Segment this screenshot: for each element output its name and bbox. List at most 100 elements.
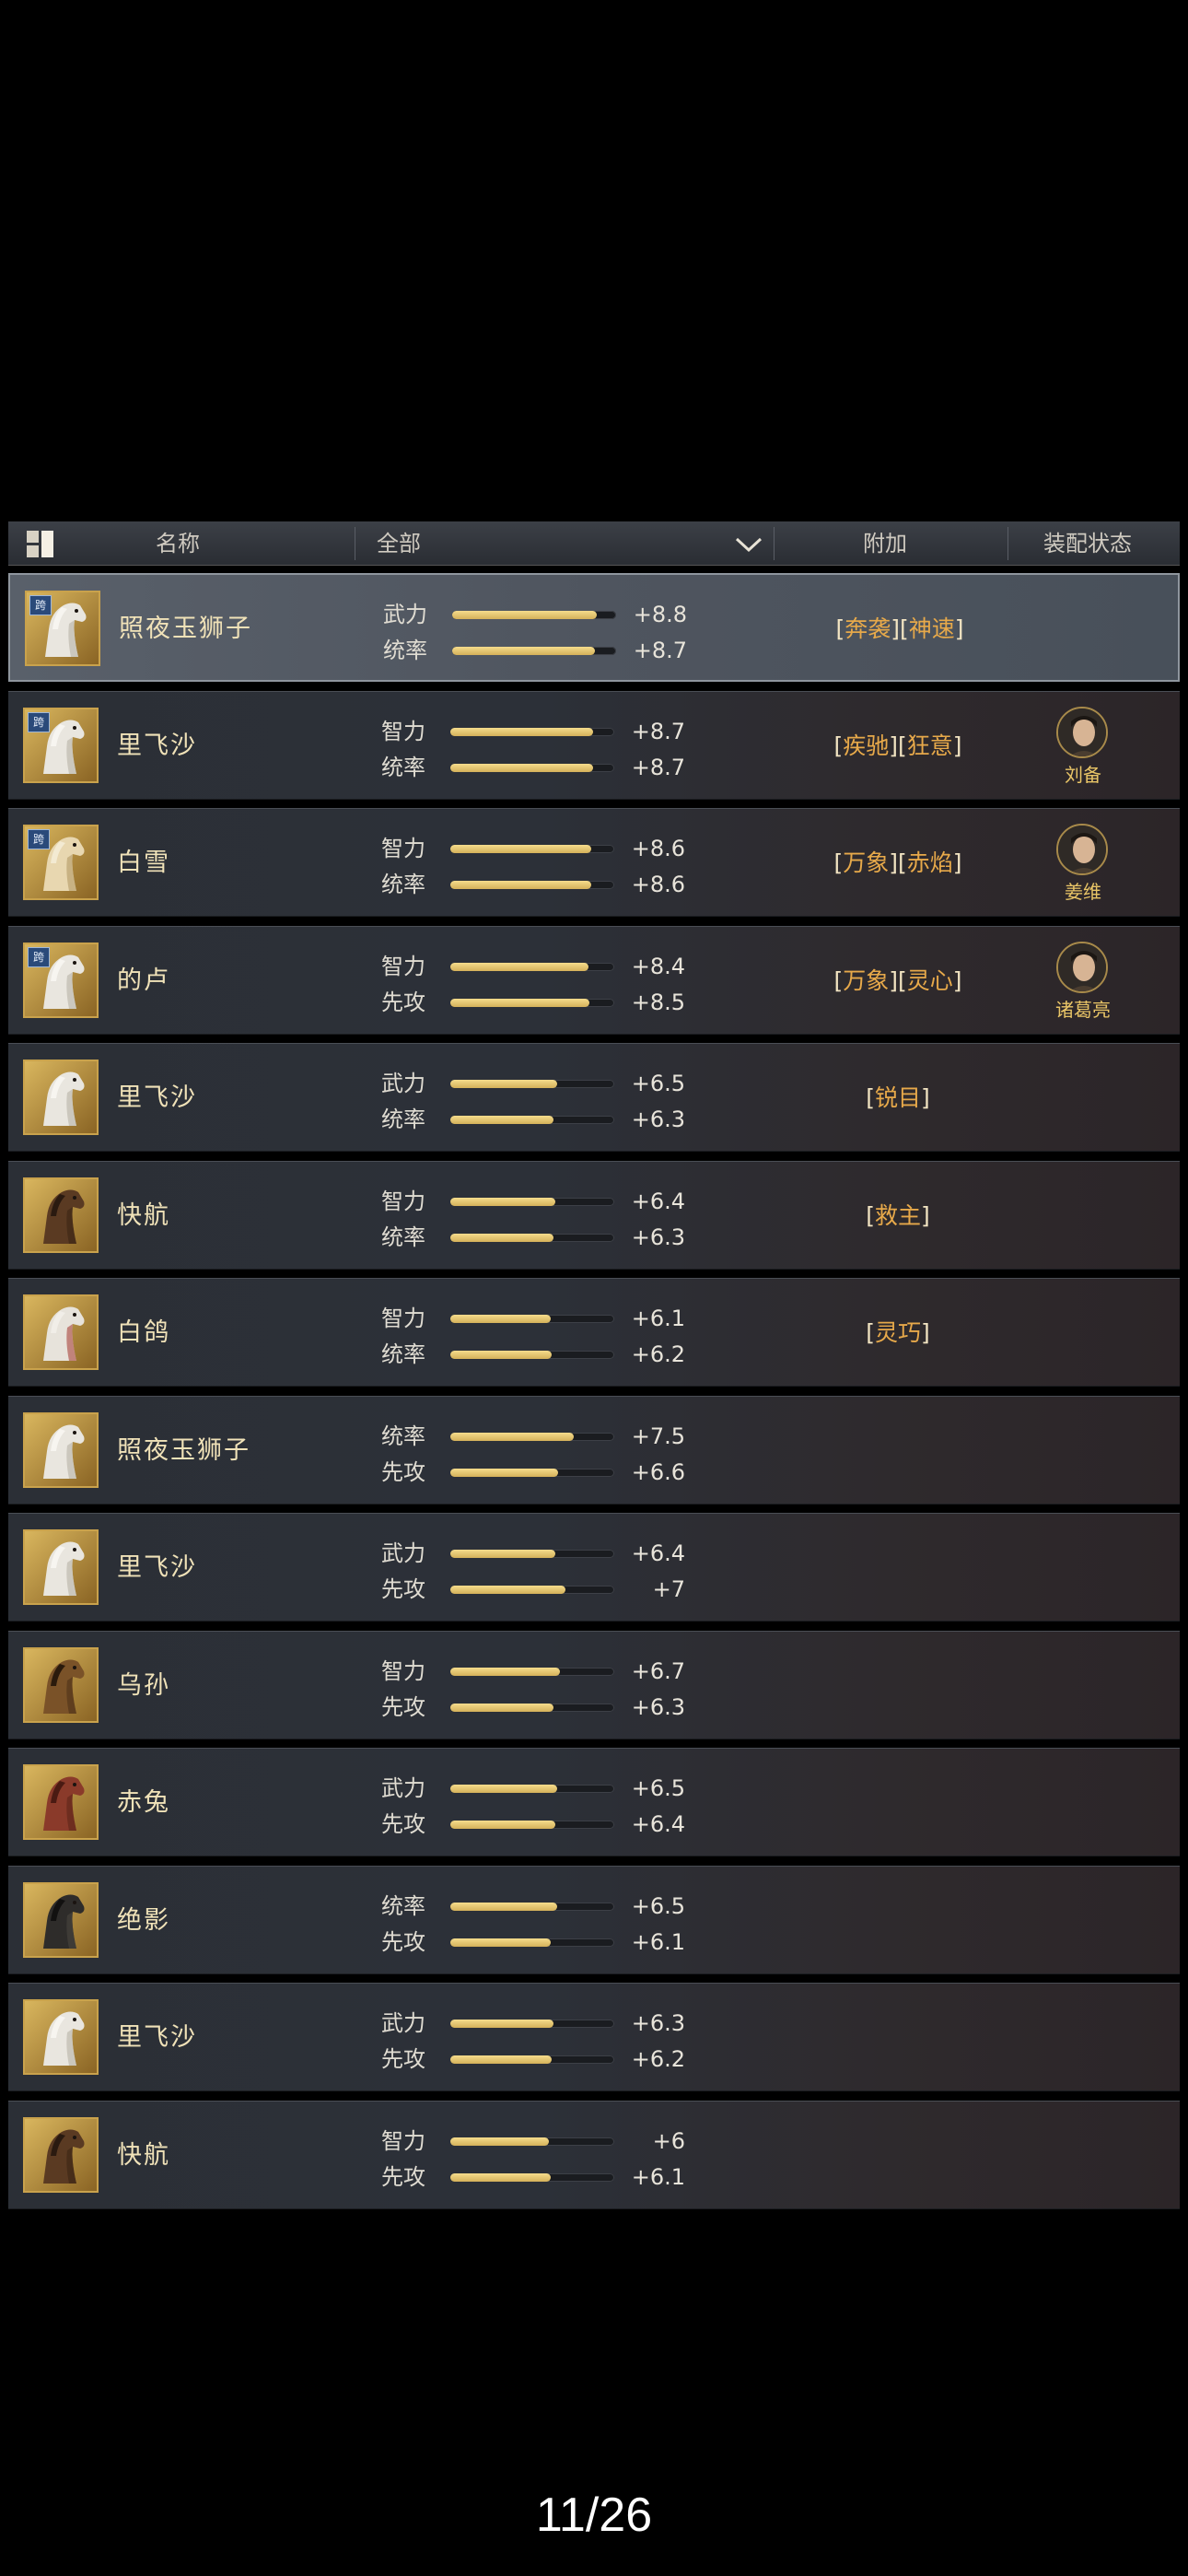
bracket: ] (891, 615, 900, 642)
stat-line: 统率 +8.7 (374, 637, 687, 664)
stat-label: 智力 (381, 718, 425, 744)
bonus-skill[interactable]: 锐目 (875, 1084, 921, 1111)
stat-bar-fill (450, 2020, 554, 2028)
stat-line: 先攻 +7 (372, 1575, 685, 1603)
horse-row[interactable]: 赤兔 武力 +6.5 先攻 +6.4 (8, 1748, 1180, 1856)
stat-value: +6 (652, 2127, 685, 2154)
general-name: 诸葛亮 (1055, 998, 1111, 1021)
stat-label: 统率 (381, 872, 425, 897)
horse-row[interactable]: 跨白雪 智力 +8.6 统率 +8.6 [万象][赤焰] 姜维 (8, 808, 1180, 917)
stat-line: 智力 +6.7 (372, 1657, 685, 1685)
stat-bar-fill (450, 962, 588, 971)
horse-row[interactable]: 里飞沙 武力 +6.5 统率 +6.3 [锐目] (8, 1043, 1180, 1152)
stat-bar-fill (450, 845, 592, 853)
stat-label: 武力 (383, 602, 427, 627)
bonus-skill[interactable]: 疾驰 (843, 732, 889, 759)
horse-name: 快航 (117, 2140, 170, 2170)
bonus-skill[interactable]: 万象 (843, 967, 889, 994)
list-header: 名称 全部 附加 装配状态 (8, 521, 1180, 566)
layout-toggle-icon[interactable] (27, 531, 54, 558)
equipped-general[interactable]: 姜维 (1032, 824, 1134, 907)
column-bonus-header[interactable]: 附加 (863, 521, 907, 566)
horse-name: 赤兔 (117, 1788, 170, 1817)
stat-line: 先攻 +6.2 (372, 2045, 685, 2073)
stat-bar-fill (450, 1667, 561, 1676)
stat-bar-fill (450, 727, 593, 736)
stat-bar-track (450, 1902, 614, 1911)
stat-bar-track (450, 1233, 614, 1242)
equipped-general[interactable]: 诸葛亮 (1032, 941, 1134, 1025)
stat-bar-track (450, 2137, 614, 2146)
stat-value: +6.7 (631, 1657, 685, 1684)
bracket: ] (889, 966, 898, 994)
column-equip-status-header[interactable]: 装配状态 (1043, 521, 1132, 566)
bonus-skill[interactable]: 赤焰 (907, 849, 953, 876)
bonus-skill[interactable]: 万象 (843, 849, 889, 876)
stat-bar-fill (450, 1080, 557, 1088)
stat-label: 智力 (381, 1306, 425, 1331)
stat-bar-fill (450, 1315, 551, 1323)
horse-row[interactable]: 快航 智力 +6 先攻 +6.1 (8, 2100, 1180, 2209)
bonus-skill[interactable]: 灵巧 (875, 1319, 921, 1346)
stat-label: 武力 (381, 2010, 425, 2036)
column-name-header[interactable]: 名称 (156, 521, 200, 566)
stat-value: +6.4 (631, 1811, 685, 1837)
stat-line: 智力 +6 (372, 2127, 685, 2155)
horse-row[interactable]: 里飞沙 武力 +6.3 先攻 +6.2 (8, 1983, 1180, 2091)
stat-line: 统率 +6.3 (372, 1106, 685, 1133)
horse-row[interactable]: 跨里飞沙 智力 +8.7 统率 +8.7 [疾驰][狂意] 刘备 (8, 690, 1180, 800)
stat-bar-track (450, 1432, 614, 1441)
stat-bar-fill (450, 1351, 553, 1359)
stat-bar-track (450, 881, 614, 889)
horse-portrait (23, 1764, 99, 1840)
stat-bar-fill (450, 1432, 574, 1441)
bonus-skill[interactable]: 神速 (909, 615, 955, 642)
stat-value: +6.5 (631, 1892, 685, 1919)
stat-label: 先攻 (381, 1811, 425, 1837)
horse-row[interactable]: 绝影 统率 +6.5 先攻 +6.1 (8, 1865, 1180, 1974)
horse-row[interactable]: 跨的卢 智力 +8.4 先攻 +8.5 [万象][灵心] 诸葛亮 (8, 925, 1180, 1035)
stat-line: 先攻 +6.1 (372, 1928, 685, 1956)
bracket: [ (898, 849, 907, 876)
stat-value: +8.6 (631, 836, 685, 861)
stat-label: 统率 (381, 1423, 425, 1449)
stat-value: +6.2 (631, 2046, 685, 2072)
horse-row[interactable]: 白鸽 智力 +6.1 统率 +6.2 [灵巧] (8, 1278, 1180, 1387)
header-divider (1007, 527, 1008, 560)
equipped-general[interactable]: 刘备 (1032, 706, 1134, 790)
stat-bar-track (450, 2055, 614, 2064)
horse-row[interactable]: 快航 智力 +6.4 统率 +6.3 [救主] (8, 1160, 1180, 1270)
horse-name: 白鸽 (117, 1318, 170, 1347)
bonus-skill[interactable]: 灵心 (907, 967, 953, 994)
stat-bar-track (452, 611, 616, 619)
bracket: ] (921, 1319, 930, 1346)
chevron-down-icon[interactable] (733, 531, 764, 556)
stat-line: 智力 +8.4 (372, 953, 685, 980)
horse-name: 里飞沙 (117, 2023, 197, 2052)
stat-bar-fill (450, 763, 593, 772)
horse-row[interactable]: 跨照夜玉狮子 武力 +8.8 统率 +8.7 [奔袭][神速] (8, 573, 1180, 682)
stat-bar-fill (450, 2172, 551, 2182)
stat-value: +6.4 (631, 1540, 685, 1566)
stat-value: +6.1 (631, 1306, 685, 1331)
stat-value: +6.3 (631, 1693, 685, 1720)
stat-line: 统率 +7.5 (372, 1423, 685, 1450)
bonus-skill[interactable]: 奔袭 (844, 615, 891, 642)
horse-portrait: 跨 (23, 825, 99, 900)
bracket: ] (889, 732, 898, 759)
filter-dropdown-label[interactable]: 全部 (377, 521, 421, 566)
cross-server-badge: 跨 (28, 946, 50, 967)
bonus-skill[interactable]: 狂意 (907, 732, 953, 759)
stat-label: 智力 (381, 836, 425, 861)
bonus-skill[interactable]: 救主 (875, 1202, 921, 1229)
bracket: [ (900, 615, 909, 642)
horse-row[interactable]: 乌孙 智力 +6.7 先攻 +6.3 (8, 1630, 1180, 1739)
horse-row[interactable]: 照夜玉狮子 统率 +7.5 先攻 +6.6 (8, 1395, 1180, 1505)
stat-line: 先攻 +6.3 (372, 1693, 685, 1721)
horse-portrait: 跨 (23, 942, 99, 1018)
horse-row[interactable]: 里飞沙 武力 +6.4 先攻 +7 (8, 1513, 1180, 1622)
stat-value: +6.5 (631, 1071, 685, 1096)
stat-label: 统率 (381, 1107, 425, 1132)
stat-bar-fill (450, 2137, 549, 2146)
stat-value: +7.5 (631, 1423, 685, 1449)
